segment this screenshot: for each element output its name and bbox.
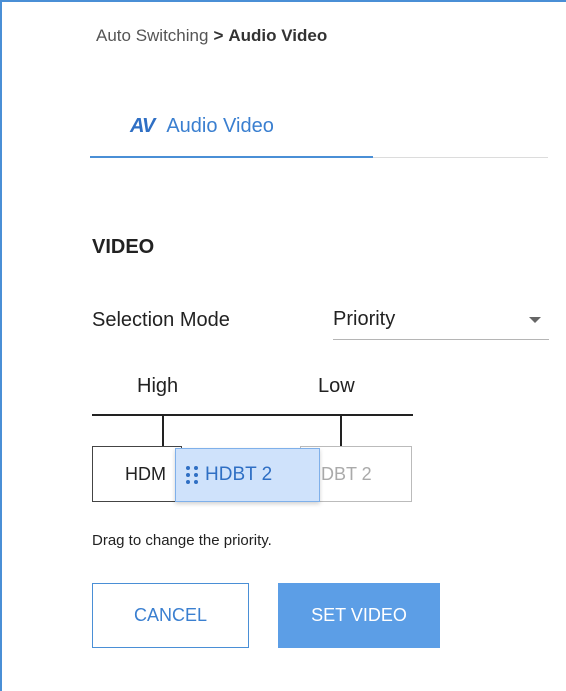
dragging-priority-item[interactable]: HDBT 2 [175, 448, 320, 502]
selection-mode-value: Priority [333, 308, 396, 330]
drag-handle-icon [186, 466, 199, 484]
chevron-down-icon [529, 316, 541, 323]
breadcrumb: Auto Switching > Audio Video [96, 26, 327, 46]
selection-mode-select[interactable]: Priority [333, 300, 549, 340]
cancel-button[interactable]: CANCEL [92, 583, 249, 648]
breadcrumb-parent[interactable]: Auto Switching [96, 26, 208, 45]
set-video-button[interactable]: SET VIDEO [278, 583, 440, 648]
priority-axis [92, 414, 413, 416]
section-title: VIDEO [92, 236, 155, 258]
priority-slot-1[interactable]: HDM [92, 446, 182, 502]
tab-label: Audio Video [166, 114, 274, 137]
tab-divider [373, 157, 548, 158]
dragging-item-label: HDBT 2 [205, 464, 273, 485]
av-icon: AV [130, 114, 155, 137]
priority-tick [340, 414, 342, 447]
priority-low-label: Low [318, 375, 355, 397]
priority-high-label: High [137, 375, 179, 397]
tab-audio-video[interactable]: AV Audio Video [90, 96, 373, 158]
breadcrumb-separator: > [213, 26, 224, 45]
drag-hint: Drag to change the priority. [92, 532, 272, 549]
priority-tick [162, 414, 164, 447]
breadcrumb-current: Audio Video [228, 26, 328, 45]
selection-mode-label: Selection Mode [92, 309, 230, 331]
